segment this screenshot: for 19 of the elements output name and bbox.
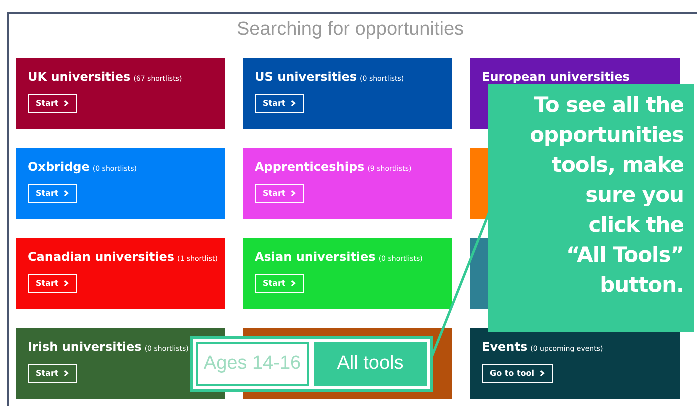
- start-button[interactable]: Start: [255, 94, 304, 113]
- chevron-icon: [290, 280, 296, 287]
- start-button[interactable]: Start: [28, 94, 77, 113]
- chevron-icon: [540, 370, 545, 377]
- chevron-icon: [64, 100, 69, 107]
- chevron-icon: [64, 190, 69, 197]
- chevron-icon: [290, 100, 296, 107]
- start-button[interactable]: Start: [28, 274, 77, 293]
- card-title: European universities: [482, 70, 630, 84]
- callout-text: To see all the opportunities tools, make sure you click the “All Tools” button.: [529, 92, 684, 299]
- chevron-icon: [290, 190, 296, 197]
- start-button[interactable]: Start: [255, 184, 304, 203]
- page-title: Searching for opportunities: [236, 18, 466, 42]
- chevron-icon: [64, 370, 69, 377]
- age-tab[interactable]: All tools: [314, 342, 427, 386]
- start-button[interactable]: Start: [28, 184, 77, 203]
- chevron-icon: [64, 280, 69, 287]
- start-button[interactable]: Go to tool: [482, 364, 553, 383]
- start-button[interactable]: Start: [28, 364, 77, 383]
